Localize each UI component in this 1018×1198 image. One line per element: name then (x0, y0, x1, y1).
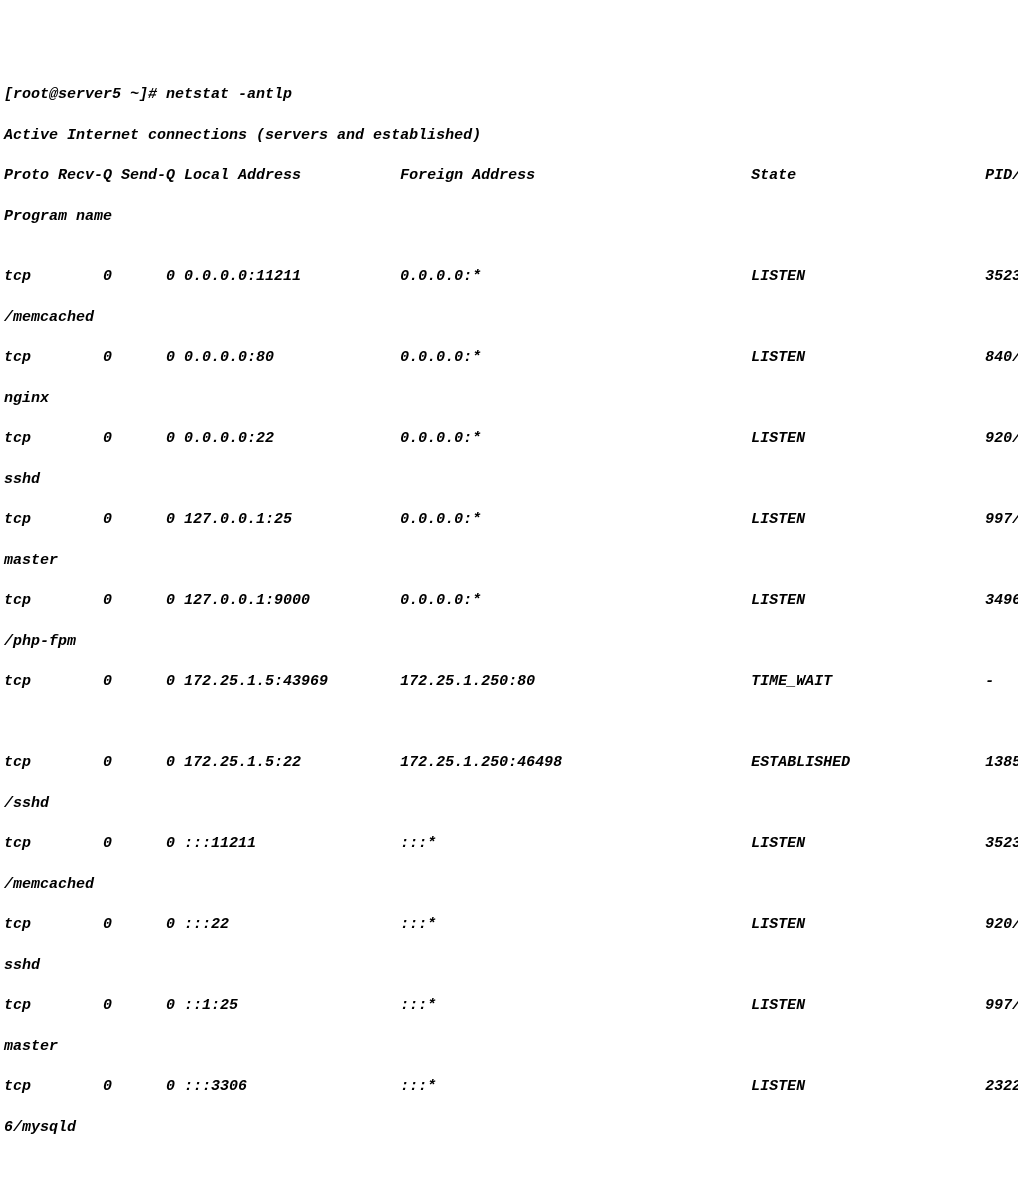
netstat-heading: Active Internet connections (servers and… (4, 126, 1014, 146)
table-row: tcp 0 0 127.0.0.1:25 0.0.0.0:* LISTEN 99… (4, 510, 1014, 530)
table-row: tcp 0 0 0.0.0.0:11211 0.0.0.0:* LISTEN 3… (4, 267, 1014, 287)
table-row-wrap: master (4, 551, 1014, 571)
table-row-wrap: /php-fpm (4, 632, 1014, 652)
table-row: tcp 0 0 ::1:25 :::* LISTEN 997/ (4, 996, 1014, 1016)
table-row: tcp 0 0 0.0.0.0:80 0.0.0.0:* LISTEN 840/ (4, 348, 1014, 368)
table-row: tcp 0 0 :::11211 :::* LISTEN 3523 (4, 834, 1014, 854)
table-row-wrap: 6/mysqld (4, 1118, 1014, 1138)
table-row: tcp 0 0 127.0.0.1:9000 0.0.0.0:* LISTEN … (4, 591, 1014, 611)
table-row-wrap: master (4, 1037, 1014, 1057)
table-row: tcp 0 0 172.25.1.5:43969 172.25.1.250:80… (4, 672, 1014, 692)
column-headers-line2: Program name (4, 207, 1014, 227)
shell-prompt: [root@server5 ~]# netstat -antlp (4, 85, 1014, 105)
netstat-table: tcp 0 0 0.0.0.0:11211 0.0.0.0:* LISTEN 3… (4, 247, 1014, 1158)
table-row-wrap (4, 713, 1014, 733)
table-row-wrap: /memcached (4, 308, 1014, 328)
column-headers-line1: Proto Recv-Q Send-Q Local Address Foreig… (4, 166, 1014, 186)
table-row-wrap: /memcached (4, 875, 1014, 895)
table-row: tcp 0 0 :::22 :::* LISTEN 920/ (4, 915, 1014, 935)
table-row-wrap: sshd (4, 470, 1014, 490)
table-row: tcp 0 0 :::3306 :::* LISTEN 2322 (4, 1077, 1014, 1097)
table-row: tcp 0 0 0.0.0.0:22 0.0.0.0:* LISTEN 920/ (4, 429, 1014, 449)
table-row-wrap: nginx (4, 389, 1014, 409)
table-row: tcp 0 0 172.25.1.5:22 172.25.1.250:46498… (4, 753, 1014, 773)
table-row-wrap: /sshd (4, 794, 1014, 814)
table-row-wrap: sshd (4, 956, 1014, 976)
